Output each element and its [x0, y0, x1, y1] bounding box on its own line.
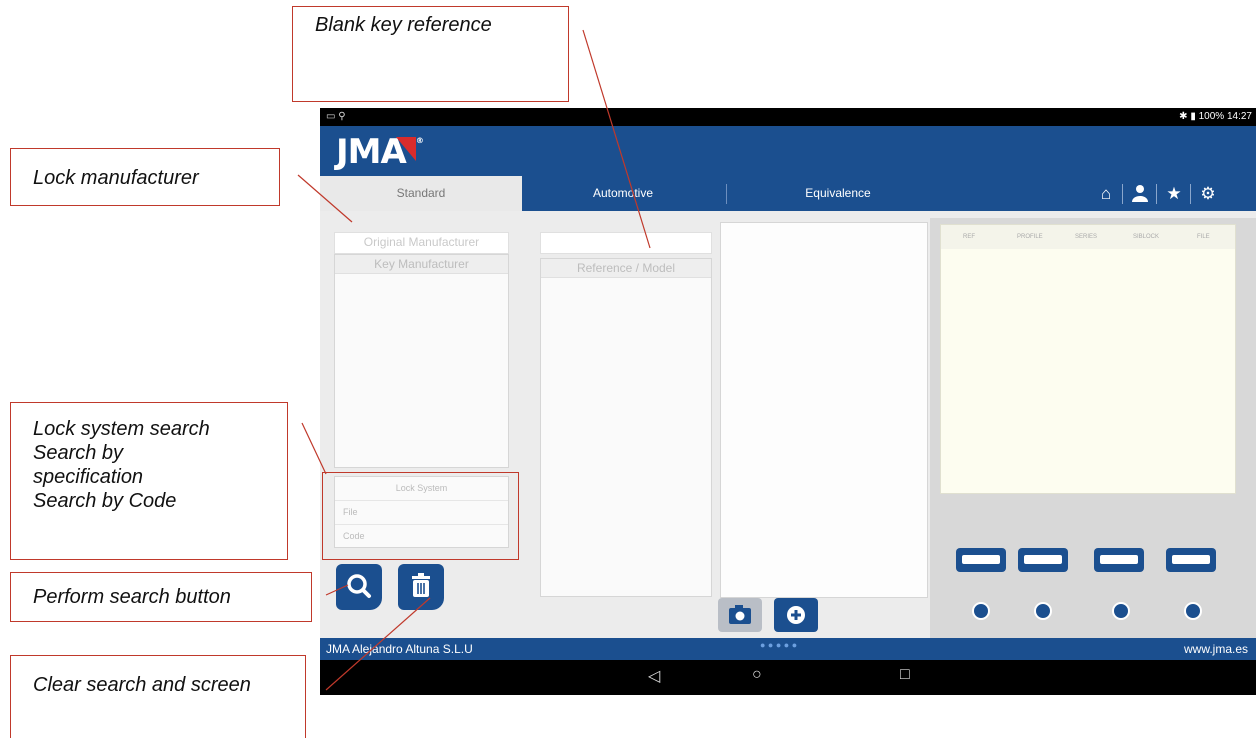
callout-line: Search by: [33, 442, 124, 464]
key-profile-4-radio[interactable]: [1184, 602, 1202, 620]
column-siblock: SIBLOCK: [1133, 234, 1160, 240]
reference-model-header: Reference / Model: [541, 259, 711, 278]
battery-time: 100% 14:27: [1198, 111, 1252, 122]
plus-icon: [787, 606, 805, 624]
original-manufacturer-input[interactable]: Original Manufacturer: [334, 232, 509, 254]
tablet-screen: ▭ ⚲ ✱ ▮ 100% 14:27 JMA ® Standard Automot…: [320, 108, 1256, 695]
recents-icon[interactable]: □: [900, 666, 910, 684]
logo-triangle: [395, 137, 416, 161]
company-name: JMA Alejandro Altuna S.L.U: [326, 642, 473, 656]
key-manufacturer-list[interactable]: Key Manufacturer: [334, 254, 509, 468]
callout-text: Perform search button: [33, 586, 231, 608]
key-profile-2-icon[interactable]: [1018, 548, 1068, 572]
results-header: REF PROFILE SERIES SIBLOCK FILE: [941, 225, 1235, 249]
trash-icon: [412, 573, 430, 597]
registered-mark: ®: [415, 136, 424, 145]
status-bar: ▭ ⚲ ✱ ▮ 100% 14:27: [320, 108, 1256, 126]
column-profile: PROFILE: [1017, 234, 1043, 240]
camera-button[interactable]: [718, 598, 762, 632]
home-circle-icon[interactable]: ○: [752, 666, 762, 684]
app-header: JMA ®: [320, 126, 1256, 176]
key-manufacturer-header: Key Manufacturer: [335, 255, 508, 274]
key-profile-3-radio[interactable]: [1112, 602, 1130, 620]
clear-button[interactable]: [398, 564, 444, 610]
key-profile-4-icon[interactable]: [1166, 548, 1216, 572]
page-indicator-dots: ● ● ● ● ●: [760, 640, 798, 650]
callout-perform-search: Perform search button: [10, 572, 312, 622]
callout-text: Lock manufacturer: [33, 167, 199, 189]
callout-text: Clear search and screen: [33, 674, 251, 696]
search-icon: [347, 574, 371, 598]
icon-divider: [1156, 184, 1157, 204]
callout-blank-key-reference: Blank key reference: [292, 6, 569, 102]
callout-lock-manufacturer: Lock manufacturer: [10, 148, 280, 206]
icon-divider: [1122, 184, 1123, 204]
notification-icons: ▭ ⚲: [326, 111, 346, 122]
add-button[interactable]: [774, 598, 818, 632]
tab-divider: [726, 184, 727, 204]
reference-model-list[interactable]: Reference / Model: [540, 258, 712, 597]
status-right: ✱ ▮ 100% 14:27: [1179, 111, 1252, 122]
reference-input[interactable]: [540, 232, 712, 254]
user-icon[interactable]: [1130, 184, 1150, 204]
callout-clear-search: Clear search and screen: [10, 655, 306, 738]
camera-icon: [729, 605, 751, 624]
back-icon[interactable]: ◁: [648, 666, 660, 686]
home-icon[interactable]: ⌂: [1096, 184, 1116, 204]
callout-lock-system-search: Lock system search Search by specificati…: [10, 402, 288, 560]
key-profile-2-radio[interactable]: [1034, 602, 1052, 620]
key-profile-3-icon[interactable]: [1094, 548, 1144, 572]
gear-icon[interactable]: ⚙: [1198, 184, 1218, 204]
lock-system-highlight: [322, 472, 519, 560]
jma-logo: JMA ®: [336, 132, 424, 172]
callout-line: Lock system search: [33, 418, 210, 440]
icon-divider: [1190, 184, 1191, 204]
tab-automotive[interactable]: Automotive: [522, 176, 724, 211]
column-file: FILE: [1197, 234, 1210, 240]
column-ref: REF: [963, 234, 975, 240]
android-nav-bar: ◁ ○ □: [320, 660, 1256, 695]
footer-bar: JMA Alejandro Altuna S.L.U ● ● ● ● ● www…: [320, 638, 1256, 660]
tab-bar: Standard Automotive Equivalence ⌂ ★ ⚙: [320, 176, 1256, 211]
tab-standard[interactable]: Standard: [320, 176, 522, 211]
column-series: SERIES: [1075, 234, 1098, 240]
website-link[interactable]: www.jma.es: [1184, 642, 1248, 656]
search-button[interactable]: [336, 564, 382, 610]
key-profile-1-radio[interactable]: [972, 602, 990, 620]
star-icon[interactable]: ★: [1164, 184, 1184, 204]
key-image-panel: [720, 222, 928, 598]
tab-equivalence[interactable]: Equivalence: [728, 176, 948, 211]
callout-line: specification: [33, 466, 144, 488]
callout-line: Search by Code: [33, 490, 177, 512]
key-profile-1-icon[interactable]: [956, 548, 1006, 572]
results-table[interactable]: REF PROFILE SERIES SIBLOCK FILE: [940, 224, 1236, 494]
callout-text: Blank key reference: [315, 14, 492, 36]
